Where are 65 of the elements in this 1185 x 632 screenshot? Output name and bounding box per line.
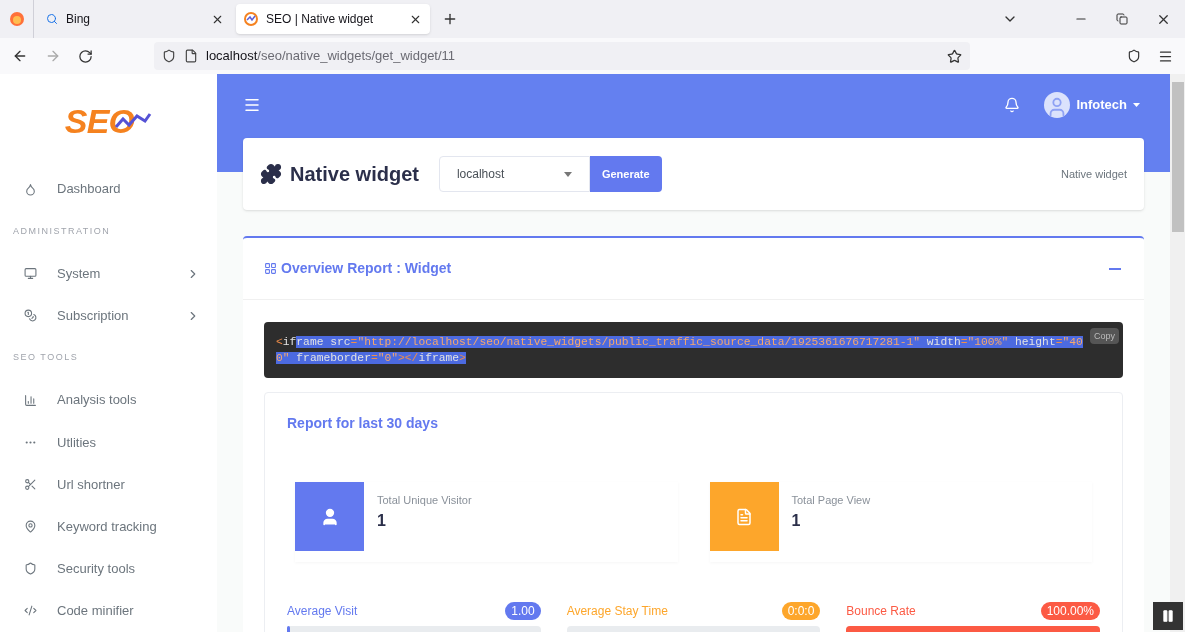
menu-item-icon xyxy=(24,182,37,196)
embed-code: <iframe src="http://localhost/seo/native_widgets/public_traffic_source_data/1925361676717281-1" width="100%" height="400" frameborder="0"></iframe> xyxy=(276,335,1083,366)
sidebar-item[interactable]: Analysis tools xyxy=(0,379,217,422)
copy-button[interactable]: Copy xyxy=(1090,328,1119,344)
sidebar-item[interactable]: Code minifier xyxy=(0,589,217,632)
bookmark-star-icon[interactable] xyxy=(947,48,962,64)
tab-title: Bing xyxy=(66,11,92,28)
metric-label: Average Visit xyxy=(287,603,359,620)
seo-logo[interactable]: SEO xyxy=(64,95,153,147)
search-icon xyxy=(46,13,58,25)
domain-select[interactable]: localhost xyxy=(438,156,590,192)
address-bar[interactable]: localhost/seo/native_widgets/get_widget/11 xyxy=(154,42,970,70)
menu-item-icon xyxy=(24,309,37,323)
sidebar-item[interactable]: System xyxy=(0,252,217,295)
caret-down-icon[interactable] xyxy=(1133,103,1140,107)
sidebar-item[interactable]: Keyword tracking xyxy=(0,505,217,548)
sidebar-item[interactable]: Url shortner xyxy=(0,463,217,506)
restore-icon[interactable] xyxy=(1116,13,1128,25)
reload-icon[interactable] xyxy=(78,48,93,64)
sidebar-item[interactable]: Security tools xyxy=(0,547,217,590)
sidebar-section-title: ADMINISTRATION xyxy=(12,224,112,238)
site-logo-icon xyxy=(244,12,258,26)
menu-item-icon xyxy=(24,562,37,576)
sidebar-item[interactable]: Dashboard xyxy=(0,168,217,211)
stat-value: 1 xyxy=(377,510,387,531)
avatar[interactable] xyxy=(1044,92,1071,118)
menu-item-icon xyxy=(24,520,37,534)
metric-badge: 1.00 xyxy=(505,602,541,620)
puzzle-icon xyxy=(260,163,282,185)
generate-button[interactable]: Generate xyxy=(589,156,662,192)
stat-label: Total Page View xyxy=(791,493,871,508)
menu-item-icon xyxy=(24,267,37,281)
menu-icon[interactable] xyxy=(1158,48,1173,64)
report-title: Report for last 30 days xyxy=(287,414,439,433)
document-icon xyxy=(735,507,753,526)
widget-icon xyxy=(264,262,277,275)
menu-item-icon xyxy=(24,604,37,618)
back-icon[interactable] xyxy=(12,48,28,64)
metric-badge: 100.00% xyxy=(1040,602,1100,620)
tab-title: SEO | Native widget xyxy=(266,11,375,28)
page-title: Native widget xyxy=(290,162,419,187)
breadcrumb[interactable]: Native widget xyxy=(1060,165,1127,183)
metric-label: Bounce Rate xyxy=(846,603,917,620)
pause-icon xyxy=(1161,609,1175,623)
card-title: Overview Report : Widget xyxy=(281,259,452,278)
sidebar-section-title: SEO TOOLS xyxy=(12,351,80,365)
scrollbar[interactable] xyxy=(1170,74,1185,632)
page-icon xyxy=(184,49,198,63)
pause-button[interactable] xyxy=(1153,602,1183,630)
browser-tab[interactable]: SEO | Native widget xyxy=(236,4,430,34)
stat-label: Total Unique Visitor xyxy=(377,493,472,508)
stat-value: 1 xyxy=(791,510,802,531)
menu-item-icon xyxy=(24,393,37,407)
shield-icon xyxy=(162,49,176,63)
browser-tab[interactable]: Bing xyxy=(38,4,232,34)
url-text: localhost/seo/native_widgets/get_widget/11 xyxy=(206,47,457,66)
notification-bell-icon[interactable] xyxy=(1004,97,1021,113)
metric-badge: 0:0:0 xyxy=(781,602,821,620)
new-tab-icon[interactable] xyxy=(442,11,458,27)
metric-label: Average Stay Time xyxy=(566,603,669,620)
sidebar-item[interactable]: Utlities xyxy=(0,421,217,464)
menu-item-icon xyxy=(24,477,37,491)
sidebar-item[interactable]: Subscription xyxy=(0,294,217,337)
collapse-toggle[interactable] xyxy=(1109,267,1121,270)
user-menu[interactable]: Infotech xyxy=(1076,95,1127,115)
